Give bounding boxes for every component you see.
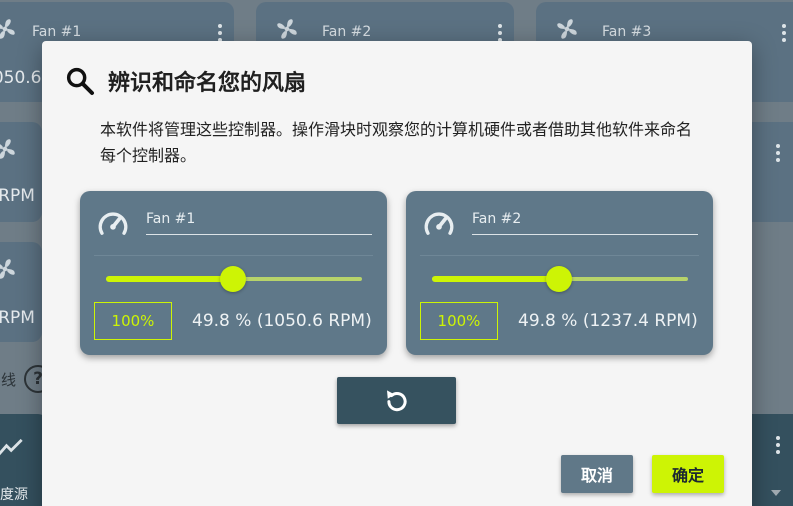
ok-button[interactable]: 确定: [652, 455, 724, 493]
fan-speed-slider[interactable]: [106, 265, 362, 293]
bg-fan-value: 0 RPM: [0, 308, 35, 328]
fan-icon: [0, 139, 15, 159]
fan-icon: [0, 19, 15, 39]
more-vert-icon[interactable]: [218, 24, 222, 42]
fan-icon: [277, 19, 297, 39]
fan-icon: [557, 19, 577, 39]
fan-icon: [0, 259, 15, 279]
bg-fan-name: Fan #3: [602, 24, 652, 40]
slider-fill: [106, 276, 234, 282]
fan-name-input[interactable]: Fan #2: [472, 209, 698, 235]
bg-fan-value: 0 RPM: [0, 186, 35, 206]
bg-fan-name: Fan #1: [32, 24, 82, 40]
more-vert-icon[interactable]: [776, 436, 780, 454]
dialog-title-row: 辨识和命名您的风扇: [64, 65, 306, 97]
slider-thumb[interactable]: [220, 266, 247, 292]
card-divider: [420, 255, 699, 256]
curve-label: 曲线: [0, 371, 17, 389]
fan-control-card-2: Fan #2 100% 49.8 % (1237.4 RPM): [406, 191, 713, 355]
fan-name-input[interactable]: Fan #1: [146, 209, 372, 235]
bg-fan-card-4[interactable]: 0 RPM: [0, 122, 42, 222]
more-vert-icon[interactable]: [782, 24, 786, 42]
bg-fan-card-6[interactable]: 0 RPM: [0, 242, 42, 342]
scroll-down-arrow[interactable]: [771, 490, 781, 496]
fan-speed-slider[interactable]: [432, 265, 688, 293]
full-speed-button[interactable]: 100%: [94, 302, 172, 340]
more-vert-icon[interactable]: [776, 144, 780, 162]
fan-speed-readout: 49.8 % (1237.4 RPM): [518, 311, 698, 331]
cancel-button[interactable]: 取消: [561, 455, 633, 493]
slider-fill: [432, 276, 560, 282]
bg-temp-card[interactable]: 温度源: [0, 414, 48, 506]
bg-fan-value: 1050.6: [0, 68, 42, 88]
fan-speed-readout: 49.8 % (1050.6 RPM): [192, 311, 372, 331]
dialog-title: 辨识和命名您的风扇: [108, 71, 307, 96]
speedometer-icon: [424, 212, 454, 235]
search-icon: [66, 67, 94, 95]
speedometer-icon: [98, 212, 128, 235]
identify-fans-dialog: 辨识和命名您的风扇 本软件将管理这些控制器。操作滑块时观察您的计算机硬件或者借助…: [42, 41, 752, 506]
fan-control-card-1: Fan #1 100% 49.8 % (1050.6 RPM): [80, 191, 387, 355]
more-vert-icon[interactable]: [498, 24, 502, 42]
reset-icon: [386, 389, 407, 411]
reset-button[interactable]: [337, 377, 456, 424]
card-divider: [94, 255, 373, 256]
temp-source-label: 温度源: [0, 487, 28, 503]
dialog-description: 本软件将管理这些控制器。操作滑块时观察您的计算机硬件或者借助其他软件来命名每个控…: [100, 120, 693, 165]
slider-thumb[interactable]: [546, 266, 573, 292]
full-speed-button[interactable]: 100%: [420, 302, 498, 340]
bg-fan-name: Fan #2: [322, 24, 372, 40]
trending-icon: [0, 438, 23, 456]
